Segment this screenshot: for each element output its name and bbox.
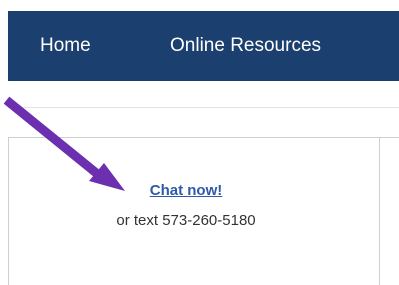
top-nav: Home Online Resources <box>8 11 399 81</box>
chat-now-link[interactable]: Chat now! <box>0 182 372 199</box>
section-divider <box>8 107 399 108</box>
chat-panel <box>8 137 380 285</box>
nav-home-link[interactable]: Home <box>40 11 91 81</box>
adjacent-panel <box>380 137 399 285</box>
text-phone-number: or text 573-260-5180 <box>116 212 256 229</box>
nav-online-resources-link[interactable]: Online Resources <box>170 11 321 81</box>
page: Home Online Resources Chat now! or text … <box>0 0 399 285</box>
